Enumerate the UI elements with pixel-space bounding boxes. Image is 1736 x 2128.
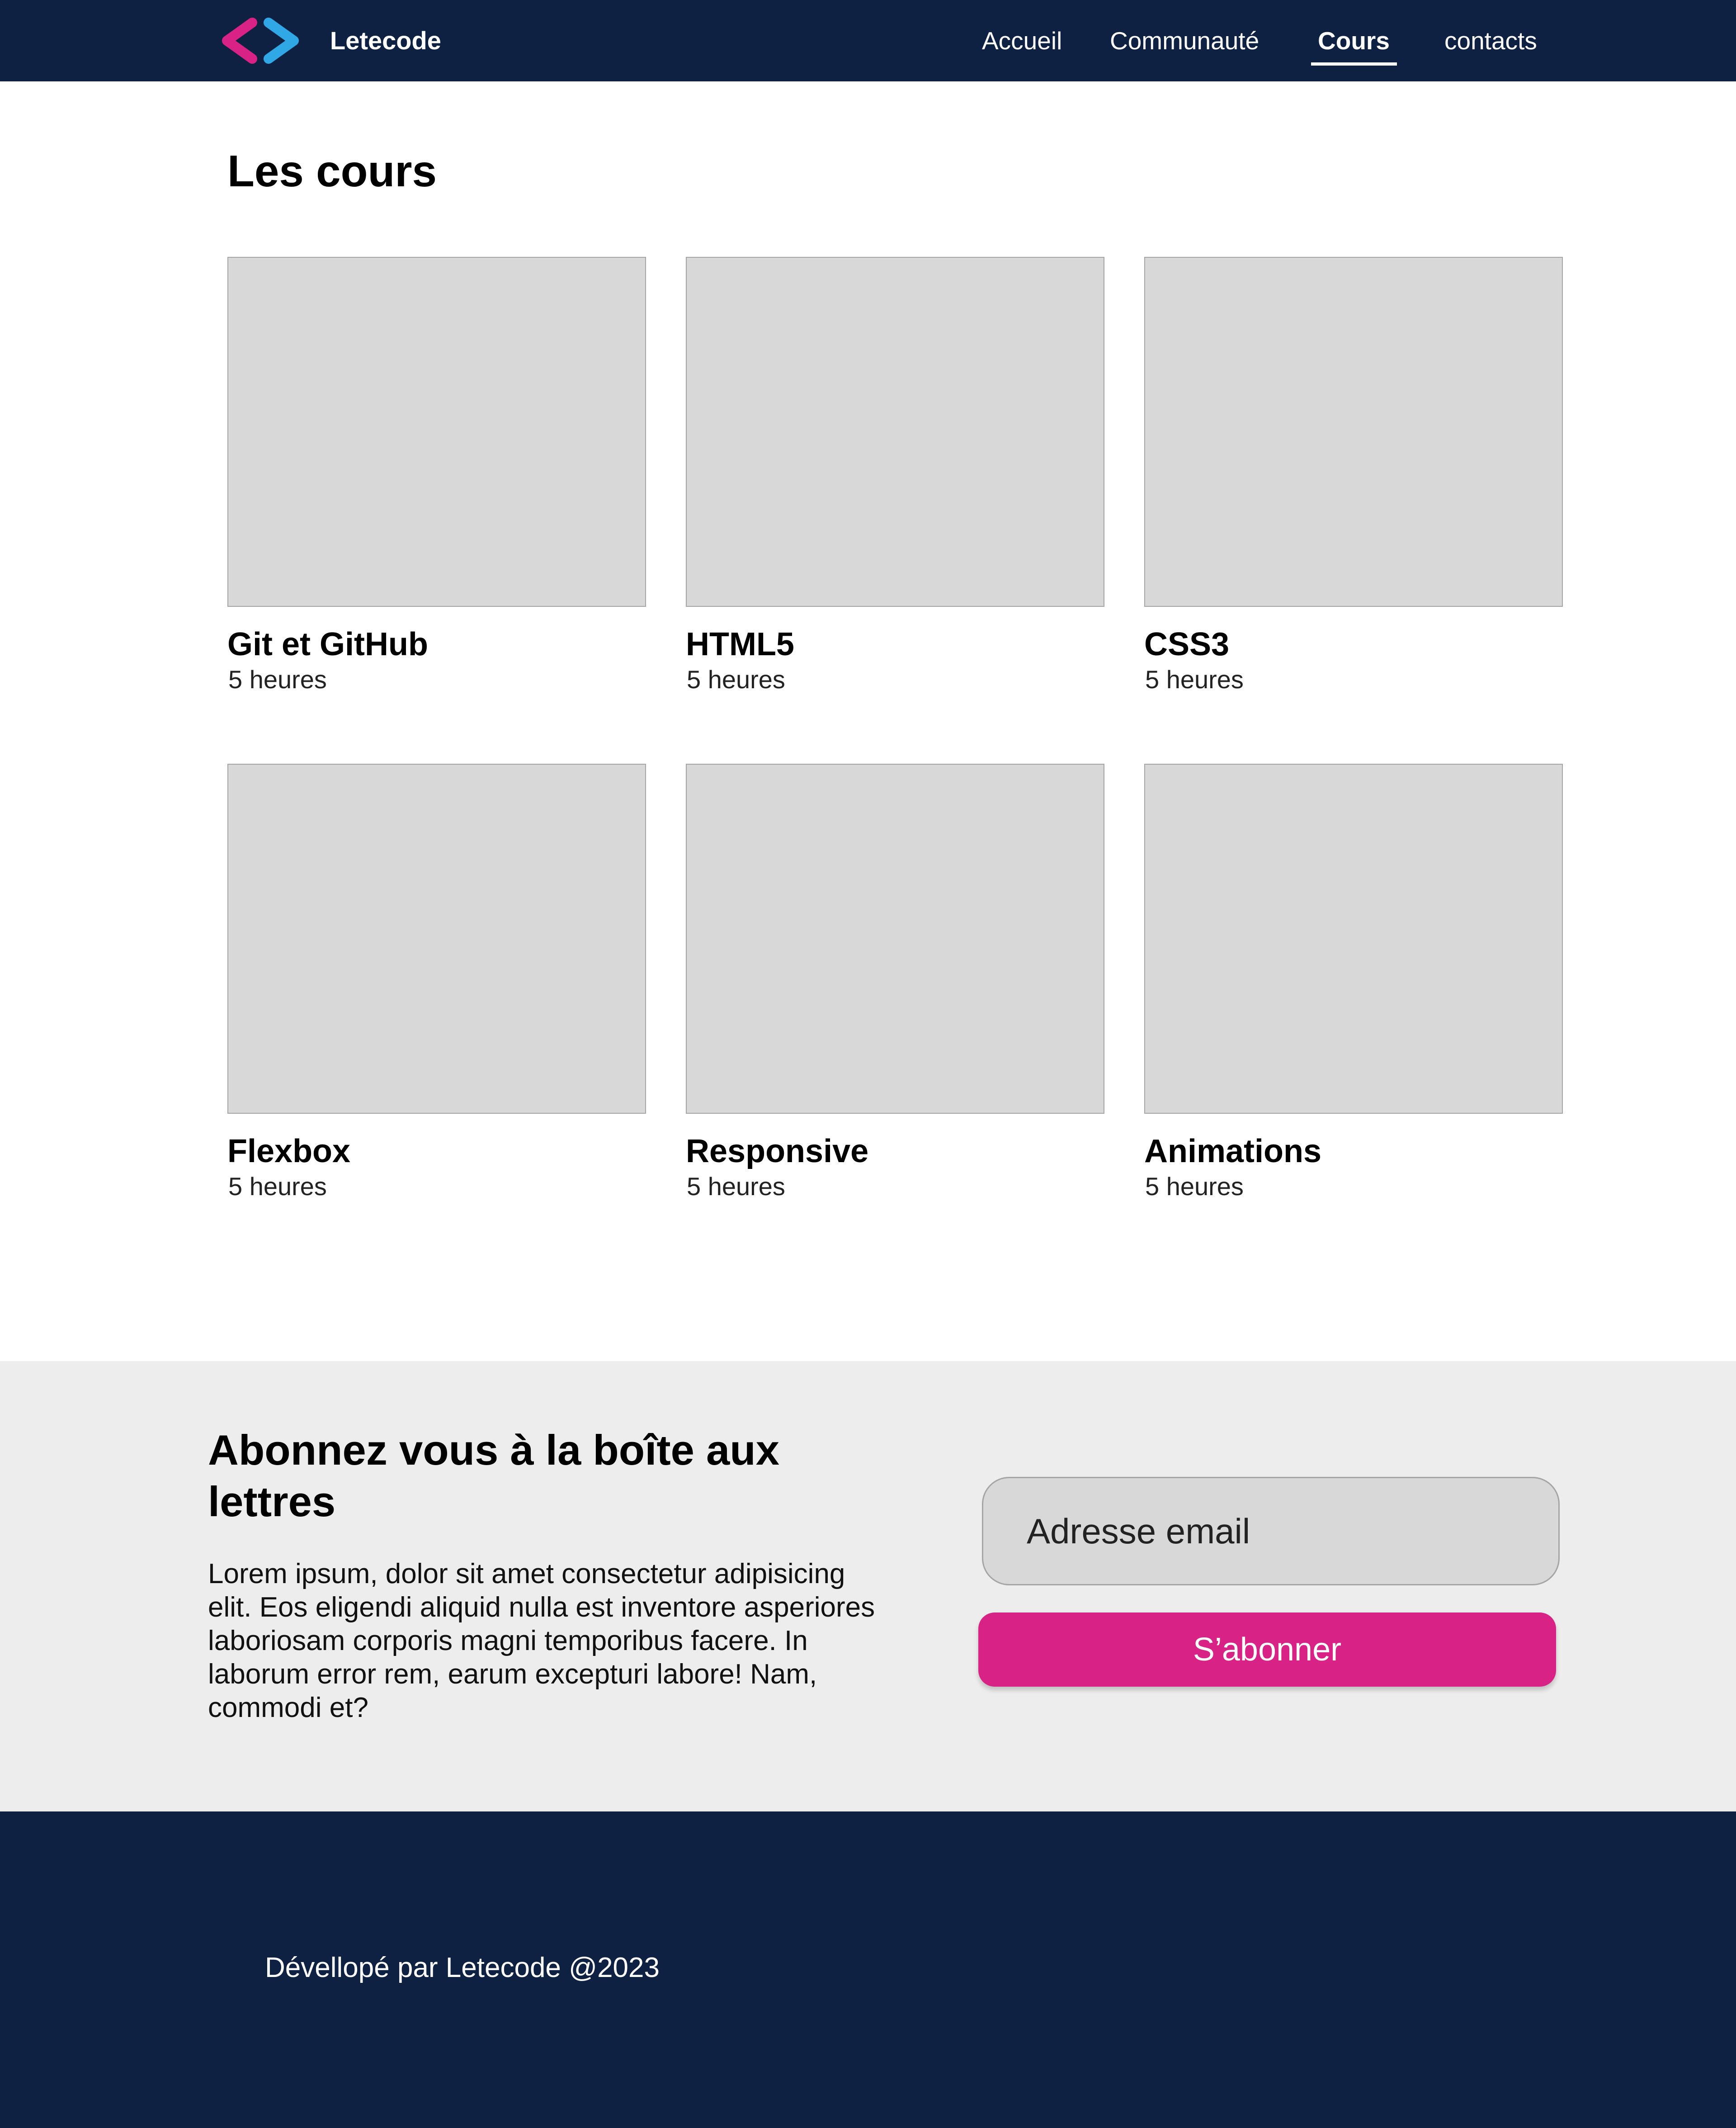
newsletter-description: Lorem ipsum, dolor sit amet consectetur … [208, 1558, 875, 1723]
top-navbar: Letecode Accueil Communauté Cours contac… [0, 0, 1736, 81]
course-title[interactable]: Git et GitHub [227, 624, 428, 665]
course-card-animations[interactable]: Animations 5 heures [1144, 764, 1563, 1275]
newsletter-title: Abonnez vous à la boîte aux lettres [208, 1426, 779, 1525]
course-thumbnail-placeholder[interactable] [686, 257, 1104, 607]
course-title[interactable]: Animations [1144, 1131, 1321, 1172]
course-title[interactable]: Responsive [686, 1131, 868, 1172]
course-title[interactable]: CSS3 [1144, 624, 1229, 665]
course-thumbnail-placeholder[interactable] [1144, 764, 1563, 1114]
course-card-html5[interactable]: HTML5 5 heures [686, 257, 1104, 768]
course-thumbnail-placeholder[interactable] [227, 764, 646, 1114]
course-duration: 5 heures [687, 665, 785, 694]
nav-link-accueil[interactable]: Accueil [982, 23, 1062, 59]
nav-link-communaute[interactable]: Communauté [1110, 23, 1259, 59]
course-card-flexbox[interactable]: Flexbox 5 heures [227, 764, 646, 1275]
course-card-responsive[interactable]: Responsive 5 heures [686, 764, 1104, 1275]
course-thumbnail-placeholder[interactable] [1144, 257, 1563, 607]
nav-link-cours[interactable]: Cours [1318, 23, 1390, 59]
course-duration: 5 heures [228, 1172, 327, 1201]
footer-credit: Dévellopé par Letecode @2023 [265, 1952, 660, 1983]
course-duration: 5 heures [228, 665, 327, 694]
course-thumbnail-placeholder[interactable] [686, 764, 1104, 1114]
newsletter-section: Abonnez vous à la boîte aux lettres Lore… [0, 1361, 1736, 1811]
page-title: Les cours [227, 146, 437, 196]
course-title[interactable]: HTML5 [686, 624, 794, 665]
course-card-css3[interactable]: CSS3 5 heures [1144, 257, 1563, 768]
subscribe-button[interactable]: S’abonner [978, 1613, 1556, 1687]
active-nav-underline [1311, 62, 1397, 66]
course-title[interactable]: Flexbox [227, 1131, 350, 1172]
brand-name[interactable]: Letecode [330, 23, 441, 59]
course-duration: 5 heures [1145, 1172, 1244, 1201]
course-card-git[interactable]: Git et GitHub 5 heures [227, 257, 646, 768]
nav-link-contacts[interactable]: contacts [1444, 23, 1537, 59]
page-footer: Dévellopé par Letecode @2023 [0, 1811, 1736, 2128]
course-duration: 5 heures [687, 1172, 785, 1201]
course-thumbnail-placeholder[interactable] [227, 257, 646, 607]
code-brackets-logo-icon[interactable] [217, 16, 304, 65]
course-duration: 5 heures [1145, 665, 1244, 694]
email-input[interactable] [982, 1477, 1560, 1585]
